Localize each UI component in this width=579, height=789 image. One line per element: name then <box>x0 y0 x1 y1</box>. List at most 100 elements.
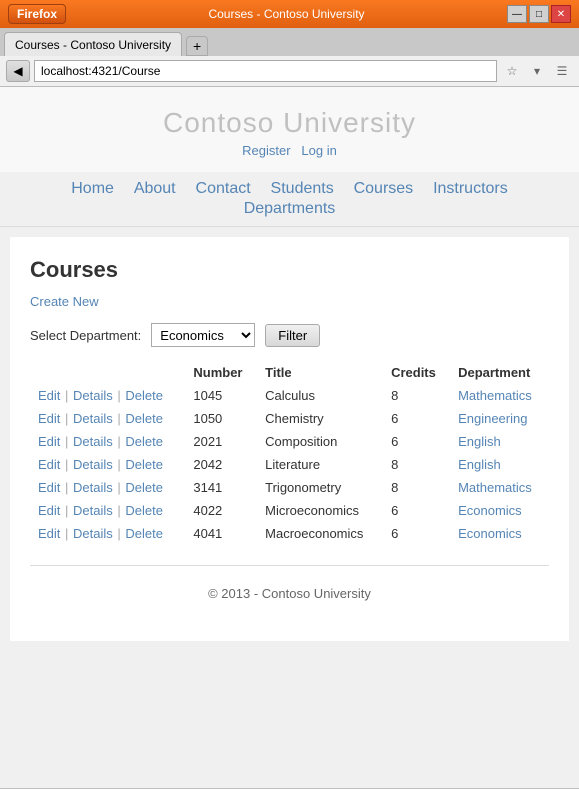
login-link[interactable]: Log in <box>301 143 336 158</box>
edit-link[interactable]: Edit <box>38 457 60 472</box>
row-number: 3141 <box>185 476 257 499</box>
col-actions <box>30 361 185 384</box>
row-title: Literature <box>257 453 383 476</box>
new-tab-button[interactable]: + <box>186 36 208 56</box>
nav-row2: Departments <box>0 200 579 218</box>
site-header: Contoso University Register Log in <box>0 87 579 172</box>
edit-link[interactable]: Edit <box>38 411 60 426</box>
department-select[interactable]: Economics Mathematics English Engineerin… <box>151 323 255 347</box>
row-number: 4041 <box>185 522 257 545</box>
table-row: Edit | Details | Delete1045Calculus8Math… <box>30 384 549 407</box>
nav-contact[interactable]: Contact <box>196 180 251 197</box>
site-footer: © 2013 - Contoso University <box>30 565 549 621</box>
delete-link[interactable]: Delete <box>125 411 163 426</box>
row-actions: Edit | Details | Delete <box>30 476 185 499</box>
row-actions: Edit | Details | Delete <box>30 430 185 453</box>
back-button[interactable]: ◀ <box>6 60 30 82</box>
table-row: Edit | Details | Delete1050Chemistry6Eng… <box>30 407 549 430</box>
filter-section: Select Department: Economics Mathematics… <box>30 323 549 347</box>
row-title: Composition <box>257 430 383 453</box>
row-actions: Edit | Details | Delete <box>30 453 185 476</box>
row-credits: 8 <box>383 453 450 476</box>
edit-link[interactable]: Edit <box>38 388 60 403</box>
filter-button[interactable]: Filter <box>265 324 320 347</box>
edit-link[interactable]: Edit <box>38 434 60 449</box>
col-title: Title <box>257 361 383 384</box>
delete-link[interactable]: Delete <box>125 457 163 472</box>
row-credits: 6 <box>383 522 450 545</box>
row-department: Mathematics <box>450 384 549 407</box>
window-title: Courses - Contoso University <box>72 7 501 21</box>
row-title: Calculus <box>257 384 383 407</box>
address-icons: ☆ ▾ ☰ <box>501 60 573 82</box>
table-row: Edit | Details | Delete2042Literature8En… <box>30 453 549 476</box>
site-auth: Register Log in <box>0 143 579 158</box>
minimize-button[interactable]: — <box>507 5 527 23</box>
edit-link[interactable]: Edit <box>38 526 60 541</box>
details-link[interactable]: Details <box>73 411 113 426</box>
row-department: Mathematics <box>450 476 549 499</box>
row-department: Engineering <box>450 407 549 430</box>
window-controls: — □ ✕ <box>507 5 571 23</box>
col-department: Department <box>450 361 549 384</box>
row-title: Microeconomics <box>257 499 383 522</box>
browser-window: Firefox Courses - Contoso University — □… <box>0 0 579 788</box>
details-link[interactable]: Details <box>73 388 113 403</box>
active-tab[interactable]: Courses - Contoso University <box>4 32 182 56</box>
courses-table: Number Title Credits Department Edit | D… <box>30 361 549 545</box>
bookmark-icon[interactable]: ☆ <box>501 60 523 82</box>
close-button[interactable]: ✕ <box>551 5 571 23</box>
down-arrow-icon[interactable]: ▾ <box>526 60 548 82</box>
details-link[interactable]: Details <box>73 503 113 518</box>
tab-bar: Courses - Contoso University + <box>0 28 579 56</box>
row-number: 4022 <box>185 499 257 522</box>
site-title: Contoso University <box>0 107 579 139</box>
nav-students[interactable]: Students <box>271 180 334 197</box>
row-department: English <box>450 430 549 453</box>
maximize-button[interactable]: □ <box>529 5 549 23</box>
row-number: 1045 <box>185 384 257 407</box>
firefox-button[interactable]: Firefox <box>8 4 66 24</box>
row-title: Chemistry <box>257 407 383 430</box>
nav-courses[interactable]: Courses <box>354 180 414 197</box>
register-link[interactable]: Register <box>242 143 290 158</box>
nav-instructors[interactable]: Instructors <box>433 180 508 197</box>
row-actions: Edit | Details | Delete <box>30 499 185 522</box>
menu-icon[interactable]: ☰ <box>551 60 573 82</box>
details-link[interactable]: Details <box>73 434 113 449</box>
filter-label: Select Department: <box>30 328 141 343</box>
delete-link[interactable]: Delete <box>125 480 163 495</box>
row-department: Economics <box>450 522 549 545</box>
edit-link[interactable]: Edit <box>38 480 60 495</box>
delete-link[interactable]: Delete <box>125 434 163 449</box>
col-credits: Credits <box>383 361 450 384</box>
details-link[interactable]: Details <box>73 480 113 495</box>
row-number: 2021 <box>185 430 257 453</box>
delete-link[interactable]: Delete <box>125 503 163 518</box>
row-credits: 6 <box>383 430 450 453</box>
table-row: Edit | Details | Delete4041Macroeconomic… <box>30 522 549 545</box>
create-new-link[interactable]: Create New <box>30 294 99 309</box>
details-link[interactable]: Details <box>73 526 113 541</box>
page-content: Contoso University Register Log in Home … <box>0 87 579 788</box>
row-actions: Edit | Details | Delete <box>30 522 185 545</box>
address-input[interactable] <box>34 60 497 82</box>
nav-departments[interactable]: Departments <box>244 200 336 217</box>
row-credits: 6 <box>383 407 450 430</box>
details-link[interactable]: Details <box>73 457 113 472</box>
nav-home[interactable]: Home <box>71 180 114 197</box>
row-department: English <box>450 453 549 476</box>
row-credits: 8 <box>383 476 450 499</box>
delete-link[interactable]: Delete <box>125 526 163 541</box>
nav-row1: Home About Contact Students Courses Inst… <box>0 180 579 198</box>
site-nav: Home About Contact Students Courses Inst… <box>0 172 579 227</box>
nav-about[interactable]: About <box>134 180 176 197</box>
row-actions: Edit | Details | Delete <box>30 407 185 430</box>
delete-link[interactable]: Delete <box>125 388 163 403</box>
row-title: Trigonometry <box>257 476 383 499</box>
col-number: Number <box>185 361 257 384</box>
row-credits: 6 <box>383 499 450 522</box>
row-department: Economics <box>450 499 549 522</box>
row-actions: Edit | Details | Delete <box>30 384 185 407</box>
edit-link[interactable]: Edit <box>38 503 60 518</box>
